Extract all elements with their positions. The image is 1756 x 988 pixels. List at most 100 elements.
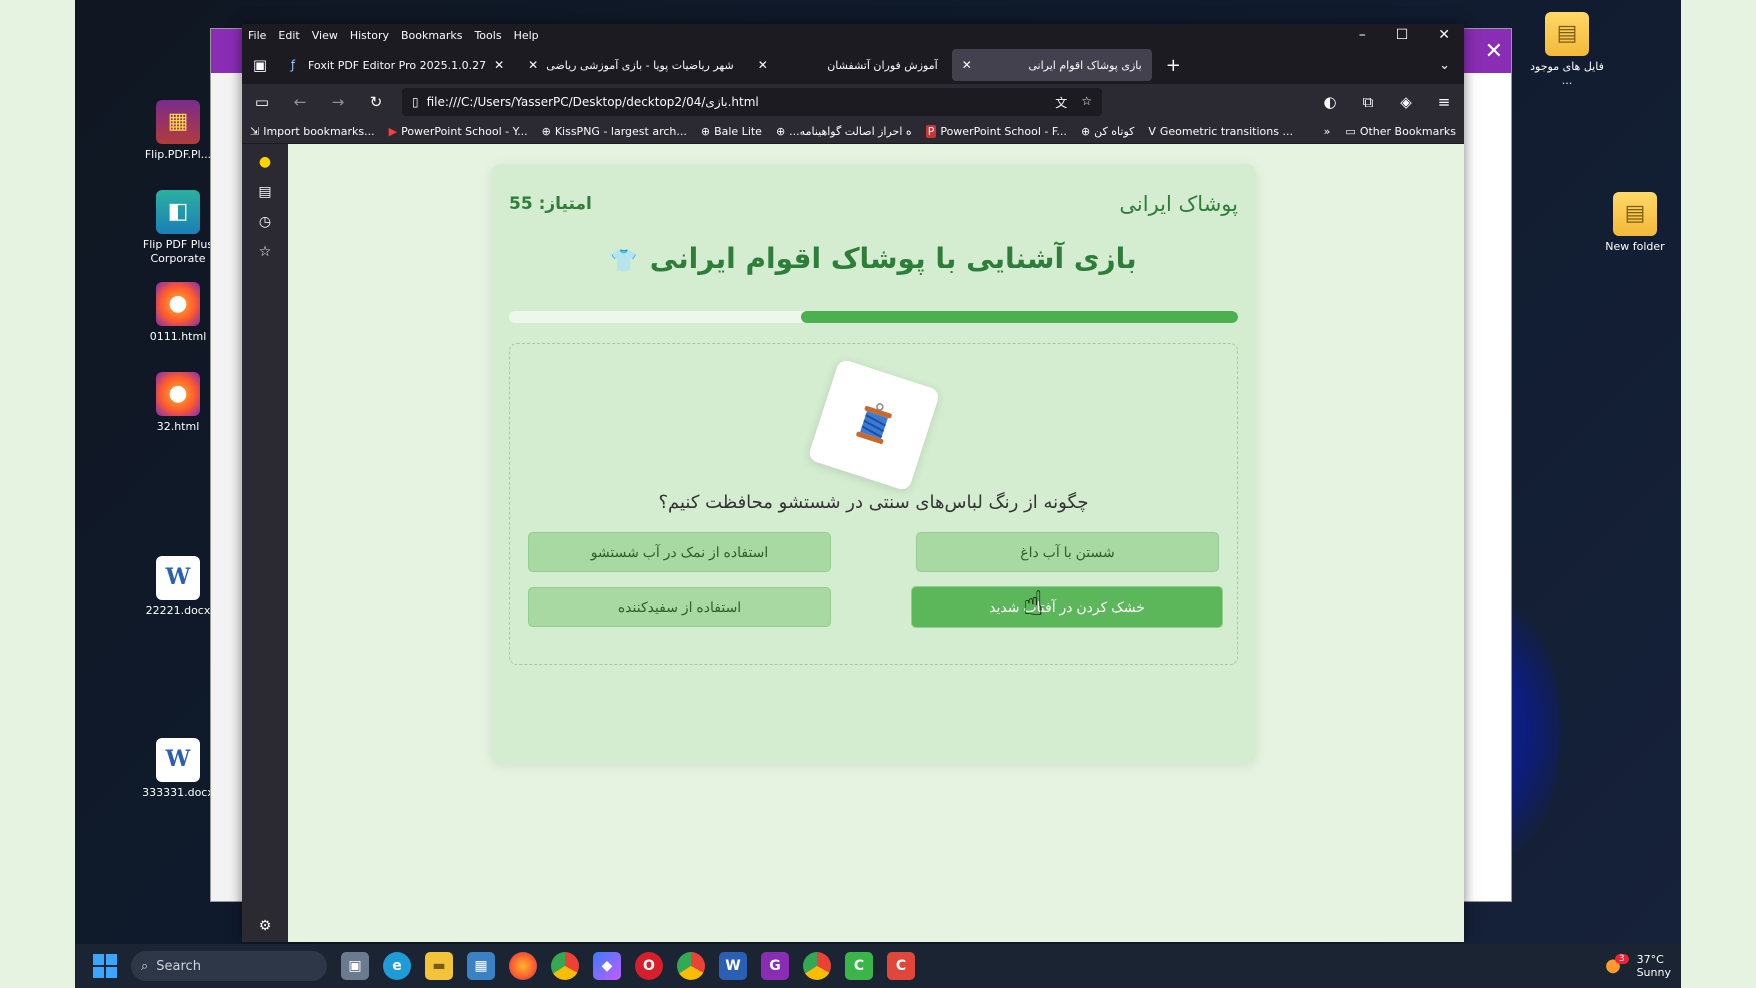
word-icon[interactable]: W (719, 952, 747, 980)
other-bookmarks[interactable]: » ▭ Other Bookmarks (1324, 125, 1456, 138)
bookmark-label: PowerPoint School - Y... (401, 125, 528, 138)
tab-close-icon[interactable]: ✕ (494, 58, 504, 72)
tab-close-icon[interactable]: ✕ (962, 58, 972, 72)
tab-overview-icon[interactable]: ▣ (248, 53, 272, 77)
taskbar: ⌕ Search ▣ e ▬ ▦ ◆ O W G C C ● 3 37°C Su… (75, 944, 1681, 988)
translate-icon[interactable]: 文 (1055, 94, 1067, 111)
close-icon[interactable]: ✕ (1485, 39, 1503, 64)
desktop-icon[interactable]: ▤ New folder (1592, 192, 1678, 254)
copilot-icon[interactable]: ◆ (593, 952, 621, 980)
chrome-alt-icon[interactable] (803, 952, 831, 980)
folder-icon: ▤ (1545, 12, 1589, 56)
tab-volcano[interactable]: آموزش فوران آتشفشان ✕ (748, 49, 948, 81)
bookmark-item[interactable]: ⊕ ...ه احراز اصالت گواهینامه (776, 125, 912, 138)
maximize-icon[interactable]: ☐ (1396, 27, 1409, 43)
browser-sidebar: ● ▤ ◷ ☆ ⚙ (242, 144, 288, 942)
taskbar-search[interactable]: ⌕ Search (131, 951, 327, 981)
foxit-app-icon[interactable]: G (761, 952, 789, 980)
ff-file-icon: ● (156, 282, 200, 326)
page-icon: ▯ (412, 95, 419, 109)
bookmark-item[interactable]: ⊕ Bale Lite (701, 125, 762, 138)
bookmark-item[interactable]: ⊕ کوتاه کن (1081, 125, 1134, 138)
bookmark-item[interactable]: V Geometric transitions ... (1148, 125, 1293, 138)
word-file-icon: W (156, 738, 200, 782)
bookmark-item[interactable]: ⇲ Import bookmarks... (250, 125, 375, 138)
menu-history[interactable]: History (350, 29, 389, 42)
menu-view[interactable]: View (312, 29, 338, 42)
menu-edit[interactable]: Edit (278, 29, 299, 42)
file-explorer-icon[interactable]: ▬ (425, 952, 453, 980)
gear-icon[interactable]: ⚙ (259, 918, 272, 934)
minimize-icon[interactable]: – (1359, 27, 1366, 43)
tab-foxit[interactable]: ƒ Foxit PDF Editor Pro 2025.1.0.27 ✕ (276, 49, 514, 81)
chat-icon[interactable]: ● (259, 154, 271, 170)
option-button-3[interactable]: خشک کردن در آفتاب شدید (911, 586, 1223, 628)
v-icon: V (1148, 125, 1156, 138)
weather-desc: Sunny (1636, 966, 1671, 979)
menu-help[interactable]: Help (514, 29, 539, 42)
other-bookmarks-label: Other Bookmarks (1359, 125, 1456, 138)
notification-count: 3 (1614, 953, 1629, 965)
globe-icon: ⊕ (700, 125, 711, 138)
system-tray[interactable]: ● 3 37°C Sunny (1605, 953, 1681, 979)
option-button-1[interactable]: شستن با آب داغ (916, 532, 1219, 572)
menu-file[interactable]: File (248, 29, 266, 42)
tab-math-city[interactable]: شهر ریاضیات پویا - بازی آموزشی ریاضی ✕ (518, 49, 744, 81)
option-button-4[interactable]: استفاده از سفیدکننده (528, 587, 831, 627)
sidebar-toggle-icon[interactable]: ▭ (250, 90, 274, 114)
menu-bar: File Edit View History Bookmarks Tools H… (242, 24, 1464, 46)
task-view-icon[interactable]: ▣ (341, 952, 369, 980)
bookmark-label: Bale Lite (714, 125, 762, 138)
shield-icon[interactable]: ◈ (1394, 90, 1418, 114)
bookmark-item[interactable]: ⊕ KissPNG - largest arch... (542, 125, 687, 138)
shirt-icon: 👕 (610, 249, 638, 274)
menu-tools[interactable]: Tools (474, 29, 501, 42)
url-text: file:///C:/Users/YasserPC/Desktop/deckto… (426, 95, 759, 109)
forward-icon[interactable]: → (326, 90, 350, 114)
menu-icon[interactable]: ≡ (1432, 90, 1456, 114)
chevrons-right-icon[interactable]: » (1324, 125, 1331, 138)
bookmark-label: ...ه احراز اصالت گواهینامه (789, 125, 912, 138)
chrome-icon[interactable] (551, 952, 579, 980)
chrome-profile-icon[interactable] (677, 952, 705, 980)
bookmark-item[interactable]: P PowerPoint School - F... (925, 125, 1067, 138)
url-bar[interactable]: ▯ file:///C:/Users/YasserPC/Desktop/deck… (402, 88, 1102, 116)
globe-icon: ⊕ (541, 125, 551, 138)
star-icon[interactable]: ☆ (1081, 94, 1092, 111)
tab-clothing-game[interactable]: بازی پوشاک اقوام ایرانی ✕ (951, 49, 1152, 81)
back-icon[interactable]: ← (288, 90, 312, 114)
bookmark-label: KissPNG - largest arch... (554, 125, 687, 138)
question-image (806, 358, 941, 492)
desktop-icon[interactable]: ▤ فایل های موجود ... (1524, 12, 1610, 88)
account-icon[interactable]: ◐ (1318, 90, 1342, 114)
close-icon[interactable]: ✕ (1438, 27, 1450, 43)
bookmark-label: Geometric transitions ... (1159, 125, 1293, 138)
extensions-icon[interactable]: ⧉ (1356, 90, 1380, 114)
progress-bar (509, 311, 1238, 323)
rar-file-icon: ▦ (156, 100, 200, 144)
tab-close-icon[interactable]: ✕ (528, 58, 538, 72)
windows-start-icon[interactable] (93, 954, 117, 978)
score-display: امتیاز: 55 (509, 194, 592, 214)
flip-file-icon: ◧ (156, 190, 200, 234)
game-title-text: بازی آشنایی با پوشاک اقوام ایرانی (649, 242, 1137, 275)
youtube-icon: ▶ (388, 125, 398, 138)
edge-icon[interactable]: e (383, 952, 411, 980)
bookmarks-star-icon[interactable]: ☆ (259, 244, 272, 260)
new-tab-button[interactable]: + (1156, 55, 1191, 76)
bookmark-item[interactable]: ▶ PowerPoint School - Y... (389, 125, 528, 138)
recorder-icon[interactable]: C (887, 952, 915, 980)
firefox-icon[interactable] (509, 952, 537, 980)
reload-icon[interactable]: ↻ (364, 90, 388, 114)
synced-tabs-icon[interactable]: ▤ (258, 184, 271, 200)
history-icon[interactable]: ◷ (259, 214, 271, 230)
store-icon[interactable]: ▦ (467, 952, 495, 980)
progress-fill (800, 311, 1238, 323)
opera-icon[interactable]: O (635, 952, 663, 980)
option-button-2[interactable]: استفاده از نمک در آب شستشو (528, 532, 831, 572)
camtasia-icon[interactable]: C (845, 952, 873, 980)
tab-close-icon[interactable]: ✕ (758, 58, 768, 72)
chevron-down-icon[interactable]: ⌄ (1439, 58, 1464, 73)
word-file-icon: W (156, 556, 200, 600)
menu-bookmarks[interactable]: Bookmarks (401, 29, 462, 42)
